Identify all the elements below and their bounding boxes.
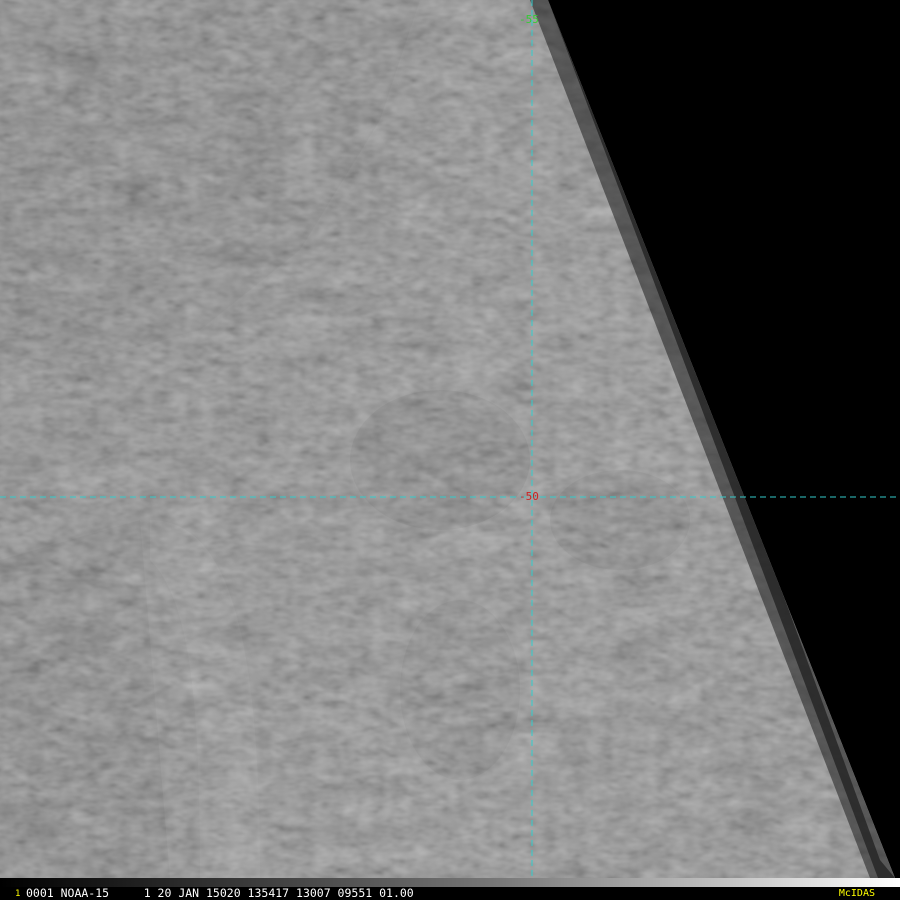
longitude-label: -55 [519, 13, 539, 26]
satellite-image-view: -55 -50 1 0001 NOAA-15 1 20 JAN 15020 13… [0, 0, 900, 900]
software-label: McIDAS [838, 888, 875, 899]
image-info-bar: 1 0001 NOAA-15 1 20 JAN 15020 135417 130… [0, 878, 900, 900]
satellite-imagery [0, 0, 900, 878]
latitude-label: -50 [519, 490, 539, 503]
image-header-text: 0001 NOAA-15 1 20 JAN 15020 135417 13007… [26, 886, 414, 900]
frame-number: 1 [15, 889, 21, 899]
